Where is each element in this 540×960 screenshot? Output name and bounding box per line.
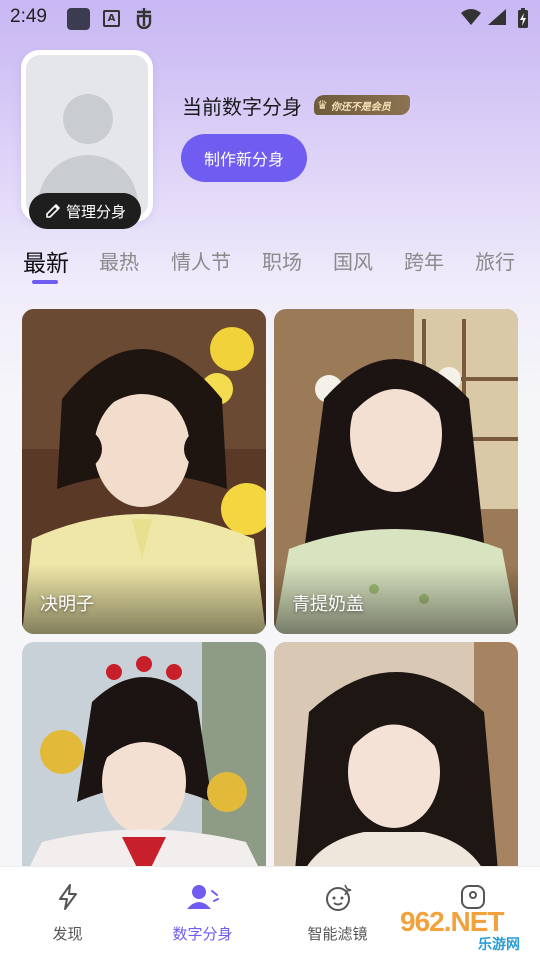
tab-workplace[interactable]: 职场 xyxy=(262,246,302,275)
crown-icon: ♛ xyxy=(317,98,328,112)
portrait-image xyxy=(274,642,518,882)
tab-guofeng[interactable]: 国风 xyxy=(333,246,373,275)
nav-label: 数字分身 xyxy=(172,925,233,943)
status-time: 2:49 xyxy=(10,6,47,27)
tab-travel[interactable]: 旅行 xyxy=(475,246,515,275)
a-icon: A xyxy=(103,10,120,27)
nav-smart-filter[interactable]: 智能滤镜 xyxy=(270,867,405,960)
card-title: 决明子 xyxy=(40,594,94,615)
face-filter-icon xyxy=(325,884,351,911)
wifi-icon xyxy=(460,8,482,30)
portrait-image xyxy=(22,642,266,882)
member-badge-label: 你还不是会员 xyxy=(330,101,391,113)
category-tabs: 最新 最热 情人节 职场 国风 跨年 旅行 xyxy=(0,240,540,288)
manage-avatar-button[interactable]: 管理分身 xyxy=(29,193,141,229)
tab-valentines[interactable]: 情人节 xyxy=(171,246,231,275)
battery-charging-icon xyxy=(517,7,529,33)
status-bar: 2:49 A xyxy=(0,0,540,36)
app-icon xyxy=(67,8,90,30)
manage-avatar-label: 管理分身 xyxy=(65,202,126,221)
bug-icon xyxy=(133,5,155,34)
profile-title: 当前数字分身 xyxy=(182,95,302,119)
watermark-subtitle: 乐游网 xyxy=(478,937,520,953)
signal-icon xyxy=(487,8,507,30)
tab-hottest[interactable]: 最热 xyxy=(99,246,139,275)
nav-digital-avatar[interactable]: 数字分身 xyxy=(135,867,270,960)
style-card[interactable]: 决明子 xyxy=(22,309,266,634)
style-card[interactable] xyxy=(274,642,518,882)
style-card[interactable] xyxy=(22,642,266,882)
card-title: 青提奶盖 xyxy=(292,594,364,615)
nav-discover[interactable]: 发现 xyxy=(0,867,135,960)
pencil-icon xyxy=(46,204,60,218)
nav-label: 发现 xyxy=(52,925,83,943)
user-avatar-icon xyxy=(186,885,219,909)
member-badge[interactable]: ♛ 你还不是会员 xyxy=(314,95,410,115)
tab-new-year[interactable]: 跨年 xyxy=(404,246,444,275)
lightning-icon xyxy=(58,884,77,910)
tab-indicator xyxy=(32,280,58,284)
tab-latest[interactable]: 最新 xyxy=(23,244,69,278)
create-avatar-button[interactable]: 制作新分身 xyxy=(181,134,307,182)
style-card[interactable]: 青提奶盖 xyxy=(274,309,518,634)
site-watermark: 962.NET 乐游网 xyxy=(400,906,536,956)
nav-label: 智能滤镜 xyxy=(307,925,368,943)
